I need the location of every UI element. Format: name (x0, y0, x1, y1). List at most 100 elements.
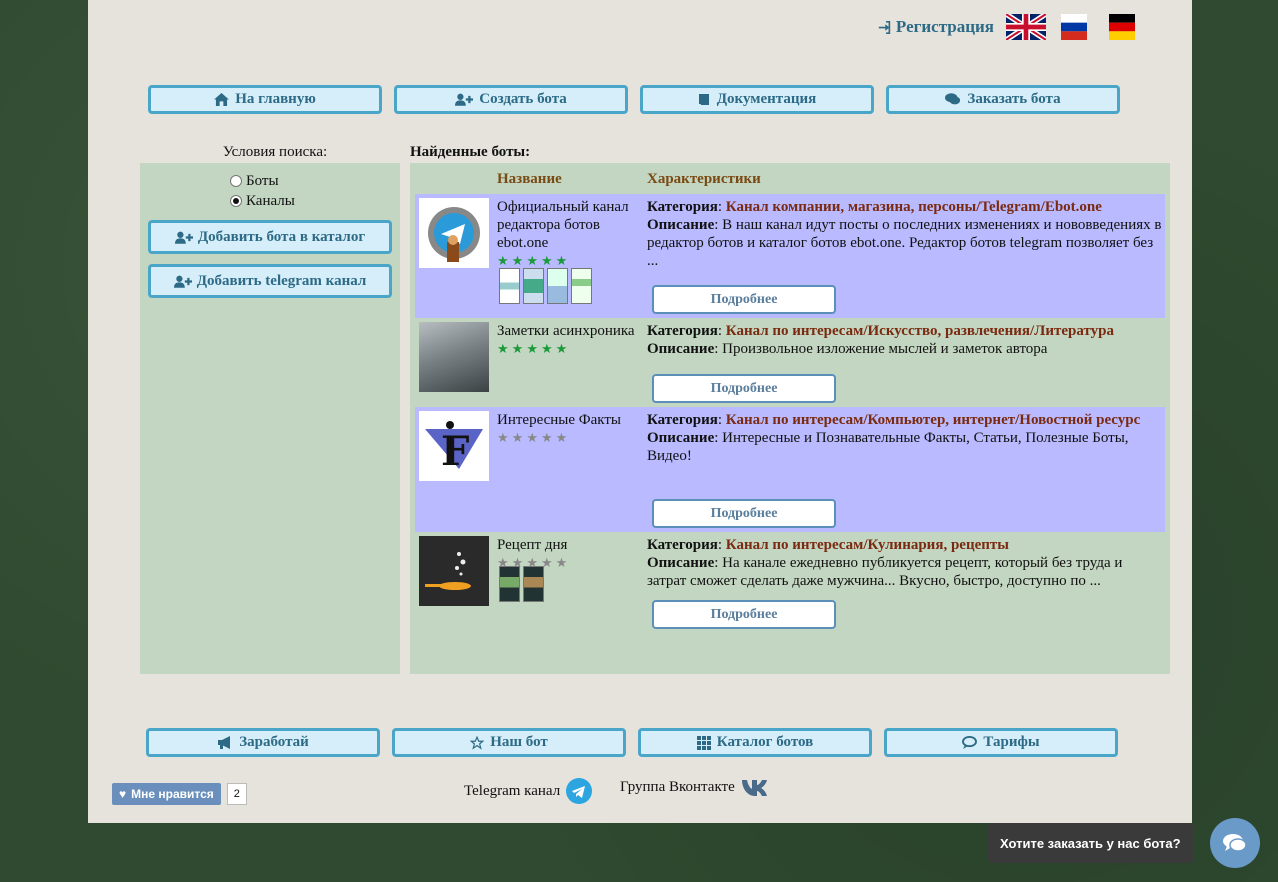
chat-button[interactable] (1210, 818, 1260, 868)
details-button[interactable]: Подробнее (652, 374, 836, 403)
list-item: Официальный канал редактора ботов ebot.o… (415, 194, 1165, 318)
category-value[interactable]: Канал по интересам/Кулинария, рецепты (726, 537, 1009, 553)
channel-name[interactable]: Интересные Факты (497, 411, 642, 429)
user-plus-icon (174, 231, 193, 244)
page-container: Регистрация На главную Создать бота Доку… (88, 0, 1192, 823)
star-icon: ★ (497, 253, 509, 268)
found-bots-title: Найденные боты: (410, 144, 531, 160)
bot-catalog-button[interactable]: Каталог ботов (638, 728, 872, 757)
comment-icon (962, 736, 978, 749)
sign-in-icon (878, 20, 891, 34)
screenshot-thumb[interactable] (499, 566, 520, 602)
de-flag-icon[interactable] (1102, 14, 1142, 40)
star-icon: ★ (555, 253, 568, 268)
sidebar: Боты Каналы Добавить бота в каталог Доба… (140, 163, 400, 674)
description-value: На канале ежедневно публикуется рецепт, … (647, 555, 1123, 589)
radio-channels-label[interactable]: Каналы (246, 193, 295, 210)
channel-name-block: Рецепт дня ★ ★ ★ ★ ★ (497, 536, 642, 569)
star-icon: ★ (526, 253, 538, 268)
radio-channels[interactable] (230, 195, 242, 207)
details-button[interactable]: Подробнее (652, 285, 836, 314)
book-icon (698, 93, 709, 105)
star-icon: ★ (555, 430, 568, 445)
en-flag-icon[interactable] (1004, 11, 1048, 43)
column-header-name: Название (497, 171, 562, 187)
like-count: 2 (226, 783, 247, 805)
top-bar: Регистрация (878, 11, 1142, 43)
star-icon: ★ (526, 430, 538, 445)
home-icon (214, 93, 230, 106)
screenshot-thumb[interactable] (499, 268, 520, 304)
star-icon: ★ (511, 253, 524, 268)
channel-name-block: Заметки асинхроника ★ ★ ★ ★ ★ (497, 322, 642, 355)
grid-icon (696, 735, 711, 750)
vk-label[interactable]: Группа Вконтакте (620, 779, 735, 796)
register-label: Регистрация (895, 17, 994, 36)
category-value[interactable]: Канал по интересам/Компьютер, интернет/Н… (726, 412, 1141, 428)
radio-channels-row[interactable]: Каналы (230, 191, 295, 211)
telegram-icon[interactable] (566, 778, 593, 804)
add-channel-label: Добавить telegram канал (196, 272, 367, 289)
channel-name[interactable]: Официальный канал редактора ботов ebot.o… (497, 198, 642, 252)
vk-like-button[interactable]: ♥ Мне нравится (112, 783, 221, 805)
radio-bots-row[interactable]: Боты (230, 171, 295, 191)
star-icon: ★ (511, 430, 524, 445)
vk-icon[interactable] (741, 778, 769, 796)
channel-info: Категория: Канал по интересам/Искусство,… (647, 323, 1114, 357)
channel-name-block: Интересные Факты ★ ★ ★ ★ ★ (497, 411, 642, 444)
bot-catalog-label: Каталог ботов (716, 734, 814, 750)
create-bot-button[interactable]: Создать бота (394, 85, 628, 114)
telegram-label[interactable]: Telegram канал (464, 783, 560, 800)
top-nav: На главную Создать бота Документация Зак… (148, 85, 1120, 114)
star-icon: ★ (540, 341, 553, 356)
screenshots (499, 268, 592, 304)
home-button[interactable]: На главную (148, 85, 382, 114)
star-icon: ★ (526, 341, 538, 356)
our-bot-button[interactable]: Наш бот (392, 728, 626, 757)
svg-text:F: F (441, 428, 469, 475)
channel-info: Категория: Канал по интересам/Компьютер,… (647, 412, 1141, 464)
list-item: Рецепт дня ★ ★ ★ ★ ★ Категория: Канал по… (415, 532, 1165, 642)
channel-avatar[interactable] (419, 536, 489, 606)
screenshot-thumb[interactable] (523, 268, 544, 304)
create-bot-label: Создать бота (479, 91, 567, 107)
tariffs-button[interactable]: Тарифы (884, 728, 1118, 757)
category-label: Категория (647, 323, 718, 339)
vk-like-widget: ♥ Мне нравится 2 (112, 783, 247, 805)
radio-bots[interactable] (230, 175, 242, 187)
order-bot-button[interactable]: Заказать бота (886, 85, 1120, 114)
channel-name[interactable]: Рецепт дня (497, 536, 642, 554)
channel-avatar[interactable] (419, 322, 489, 392)
star-icon: ★ (540, 430, 553, 445)
documentation-button[interactable]: Документация (640, 85, 874, 114)
add-bot-to-catalog-button[interactable]: Добавить бота в каталог (148, 220, 392, 254)
earn-label: Заработай (239, 734, 309, 750)
search-conditions-title: Условия поиска: (222, 144, 328, 160)
screenshot-thumb[interactable] (571, 268, 592, 304)
channel-avatar[interactable] (419, 198, 489, 268)
register-link[interactable]: Регистрация (878, 17, 994, 37)
telegram-channel-link[interactable]: Telegram канал (464, 778, 593, 804)
screenshot-thumb[interactable] (547, 268, 568, 304)
vk-group-link[interactable]: Группа Вконтакте (620, 778, 769, 796)
screenshot-thumb[interactable] (523, 566, 544, 602)
category-value[interactable]: Канал компании, магазина, персоны/Telegr… (726, 199, 1102, 215)
radio-bots-label[interactable]: Боты (246, 173, 279, 190)
category-value[interactable]: Канал по интересам/Искусство, развлечени… (726, 323, 1114, 339)
description-label: Описание (647, 341, 715, 357)
channel-avatar[interactable]: F (419, 411, 489, 481)
channel-name[interactable]: Заметки асинхроника (497, 322, 642, 340)
ru-flag-icon[interactable] (1054, 14, 1094, 40)
add-telegram-channel-button[interactable]: Добавить telegram канал (148, 264, 392, 298)
bottom-nav: Заработай Наш бот Каталог ботов Тарифы (146, 728, 1118, 757)
details-button[interactable]: Подробнее (652, 600, 836, 629)
description-label: Описание (647, 555, 715, 571)
chat-prompt[interactable]: Хотите заказать у нас бота? (988, 823, 1193, 863)
rating-stars: ★ ★ ★ ★ ★ (497, 342, 642, 355)
earn-button[interactable]: Заработай (146, 728, 380, 757)
details-button[interactable]: Подробнее (652, 499, 836, 528)
list-item: Заметки асинхроника ★ ★ ★ ★ ★ Категория:… (415, 318, 1165, 407)
description-value: Интересные и Познавательные Факты, Стать… (647, 430, 1129, 464)
star-icon: ★ (511, 341, 524, 356)
channel-name-block: Официальный канал редактора ботов ebot.o… (497, 198, 642, 267)
